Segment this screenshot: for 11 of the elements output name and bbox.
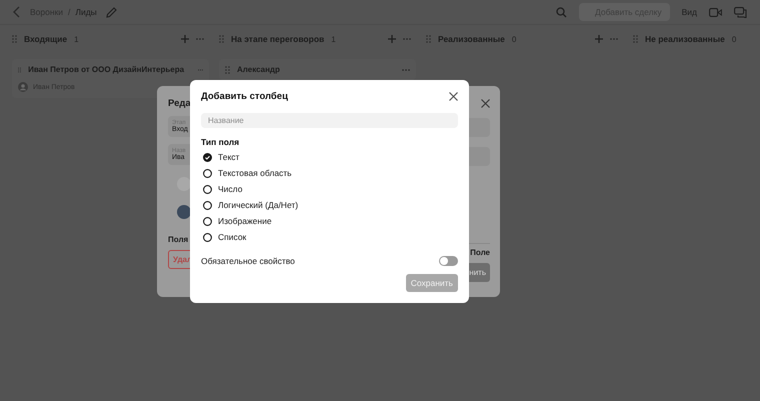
column-title: На этапе переговоров: [231, 34, 324, 44]
deal-title: Александр: [237, 65, 280, 74]
breadcrumb-separator: /: [68, 7, 70, 17]
column-title: Реализованные: [438, 34, 505, 44]
field-type-label: Тип поля: [201, 137, 240, 147]
column-title: Входящие: [24, 34, 68, 44]
deal-title: Иван Петров от ООО ДизайнИнтерьера: [28, 65, 184, 74]
field-label: Поле: [470, 248, 490, 257]
dialog-title: Реда: [168, 98, 191, 109]
column-title: Не реализованные: [645, 34, 725, 44]
section-title: Поля: [168, 235, 188, 244]
